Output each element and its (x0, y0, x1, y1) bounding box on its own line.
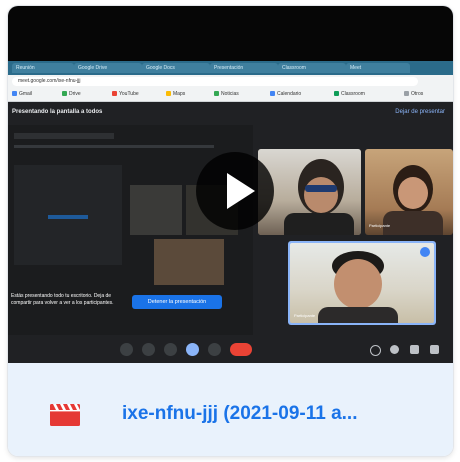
mic-icon (120, 343, 133, 356)
bookmark-label: Drive (69, 91, 81, 97)
browser-tab: Google Docs (142, 63, 210, 73)
camera-icon (142, 343, 155, 356)
bookmark-label: Maps (173, 91, 186, 97)
participant-tile-active: Participante (288, 241, 436, 325)
film-clapper-icon (50, 404, 80, 426)
hand-icon (164, 343, 177, 356)
browser-tab: Reunión (12, 63, 74, 73)
info-icon (370, 345, 381, 356)
people-icon (390, 345, 399, 354)
bookmark-item: Otros (404, 91, 423, 98)
bookmark-item: YouTube (112, 91, 139, 98)
meeting-header: Presentando la pantalla a todos Dejar de… (8, 102, 453, 124)
bookmark-item: Gmail (12, 91, 32, 98)
presentation-notice: Estás presentando todo tu escritorio. De… (11, 293, 114, 306)
bookmark-item: Calendario (270, 91, 301, 98)
meeting-controls (8, 335, 453, 363)
browser-tab: Classroom (278, 63, 346, 73)
file-info-bar[interactable]: ixe-nfnu-jjj (2021-09-11 a... (8, 363, 453, 456)
meeting-title: Presentando la pantalla a todos (12, 109, 103, 115)
video-thumbnail[interactable]: Reunión Google Drive Google Docs Present… (8, 6, 453, 363)
play-button[interactable] (196, 152, 274, 230)
bookmark-label: YouTube (119, 91, 139, 97)
activities-icon (430, 345, 439, 354)
tile-name: Participante (294, 313, 316, 318)
browser-tab: Meet (346, 63, 410, 73)
browser-tab-strip: Reunión Google Drive Google Docs Present… (8, 61, 453, 75)
more-icon (208, 343, 221, 356)
chat-icon (410, 345, 419, 354)
bookmark-label: Gmail (19, 91, 33, 97)
participant-tile: Participante (365, 149, 453, 235)
video-card[interactable]: Reunión Google Drive Google Docs Present… (8, 6, 453, 456)
tile-name: Participante (369, 223, 391, 228)
bookmark-label: Calendario (277, 91, 302, 97)
present-icon (186, 343, 199, 356)
bookmarks-bar: Gmail Drive YouTube Maps Noticias Calend… (8, 88, 453, 102)
stop-presenting-link: Dejar de presentar (395, 109, 445, 115)
url-text: meet.google.com/ixe-nfnu-jjj (12, 77, 418, 86)
browser-tab: Google Drive (74, 63, 142, 73)
bookmark-label: Otros (411, 91, 424, 97)
browser-tab: Presentación (210, 63, 278, 73)
bookmark-label: Classroom (341, 91, 365, 97)
bookmark-item: Classroom (334, 91, 365, 98)
bookmark-item: Maps (166, 91, 185, 98)
video-file-name[interactable]: ixe-nfnu-jjj (2021-09-11 a... (122, 403, 442, 425)
bookmark-label: Noticias (221, 91, 239, 97)
bookmark-item: Drive (62, 91, 81, 98)
play-icon (227, 173, 255, 209)
stop-presentation-button: Detener la presentación (132, 295, 222, 309)
bookmark-item: Noticias (214, 91, 239, 98)
address-bar: meet.google.com/ixe-nfnu-jjj (8, 75, 453, 88)
hangup-icon (230, 343, 252, 356)
